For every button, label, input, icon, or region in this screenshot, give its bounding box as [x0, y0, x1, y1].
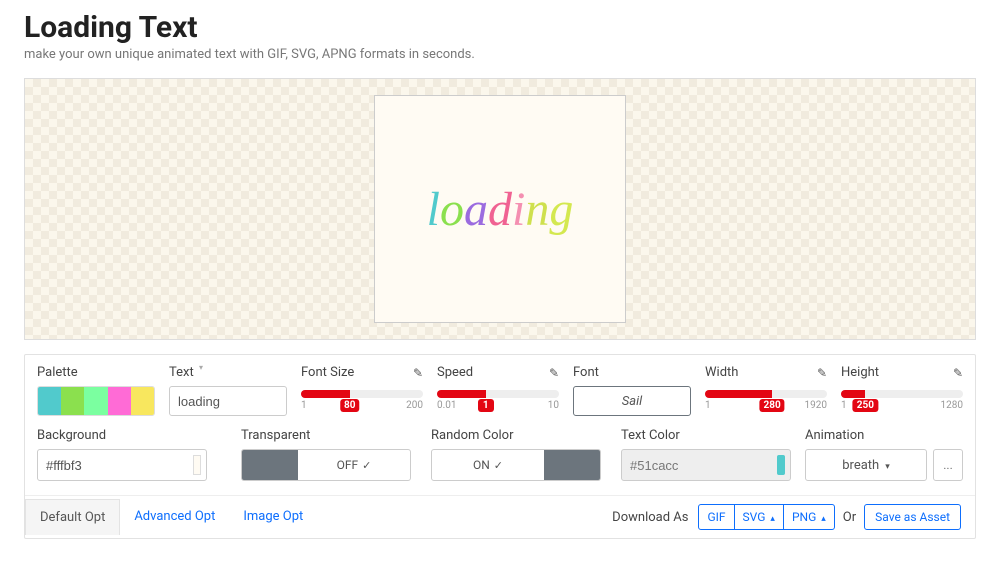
page-subtitle: make your own unique animated text with … [24, 47, 976, 62]
check-icon: ✓ [362, 459, 371, 472]
transparent-label: Transparent [241, 428, 310, 443]
animation-more-button[interactable]: ... [933, 449, 963, 481]
width-label: Width [705, 365, 738, 380]
text-input[interactable] [169, 386, 287, 416]
caret-up-icon [768, 510, 775, 524]
font-size-slider[interactable]: 80 1 200 [301, 386, 423, 416]
page-title: Loading Text [24, 10, 976, 45]
random-color-label: Random Color [431, 428, 514, 443]
tab-image-opt[interactable]: Image Opt [229, 499, 317, 535]
download-gif-button[interactable]: GIF [698, 504, 734, 530]
chevron-down-icon[interactable] [151, 366, 155, 380]
speed-slider[interactable]: 1 0.01 10 [437, 386, 559, 416]
font-select[interactable]: Sail [573, 386, 691, 416]
controls-panel: Palette Text Font Size 80 [24, 354, 976, 539]
caret-up-icon [819, 510, 826, 524]
pencil-icon[interactable] [413, 366, 423, 380]
download-group: GIF SVG PNG [698, 504, 834, 530]
check-icon: ✓ [494, 459, 503, 472]
text-label: Text [169, 365, 194, 380]
height-slider[interactable]: 250 1 1280 [841, 386, 963, 416]
font-label: Font [573, 365, 599, 380]
download-png-button[interactable]: PNG [783, 504, 835, 530]
background-input[interactable] [37, 449, 207, 481]
preview-area: loading [24, 78, 976, 340]
speed-label: Speed [437, 365, 473, 380]
pencil-icon[interactable] [817, 366, 827, 380]
transparent-toggle[interactable]: OFF✓ [241, 449, 411, 481]
palette-swatch[interactable] [38, 387, 61, 415]
text-color-label: Text Color [621, 428, 680, 443]
palette-picker[interactable] [37, 386, 155, 416]
preview-canvas: loading [374, 95, 626, 323]
palette-swatch[interactable] [84, 387, 107, 415]
palette-swatch[interactable] [131, 387, 154, 415]
preview-text: loading [427, 182, 574, 237]
option-tabs: Default Opt Advanced Opt Image Opt [25, 499, 317, 535]
tab-advanced-opt[interactable]: Advanced Opt [120, 499, 229, 535]
tab-default-opt[interactable]: Default Opt [25, 499, 120, 535]
background-label: Background [37, 428, 106, 443]
font-size-label: Font Size [301, 365, 354, 380]
palette-swatch[interactable] [108, 387, 131, 415]
background-swatch[interactable] [193, 455, 201, 475]
height-label: Height [841, 365, 879, 380]
animation-select[interactable]: breath [805, 449, 927, 481]
animation-label: Animation [805, 428, 864, 443]
save-as-asset-button[interactable]: Save as Asset [864, 504, 961, 530]
text-color-input[interactable] [621, 449, 791, 481]
text-color-swatch[interactable] [777, 455, 785, 475]
or-label: Or [843, 510, 856, 525]
download-label: Download As [612, 510, 688, 525]
pencil-icon[interactable] [953, 366, 963, 380]
caret-down-icon [883, 458, 890, 473]
pencil-icon[interactable] [549, 366, 559, 380]
palette-label: Palette [37, 365, 78, 380]
palette-swatch[interactable] [61, 387, 84, 415]
random-color-toggle[interactable]: ON✓ [431, 449, 601, 481]
download-svg-button[interactable]: SVG [735, 504, 783, 530]
width-slider[interactable]: 280 1 1920 [705, 386, 827, 416]
